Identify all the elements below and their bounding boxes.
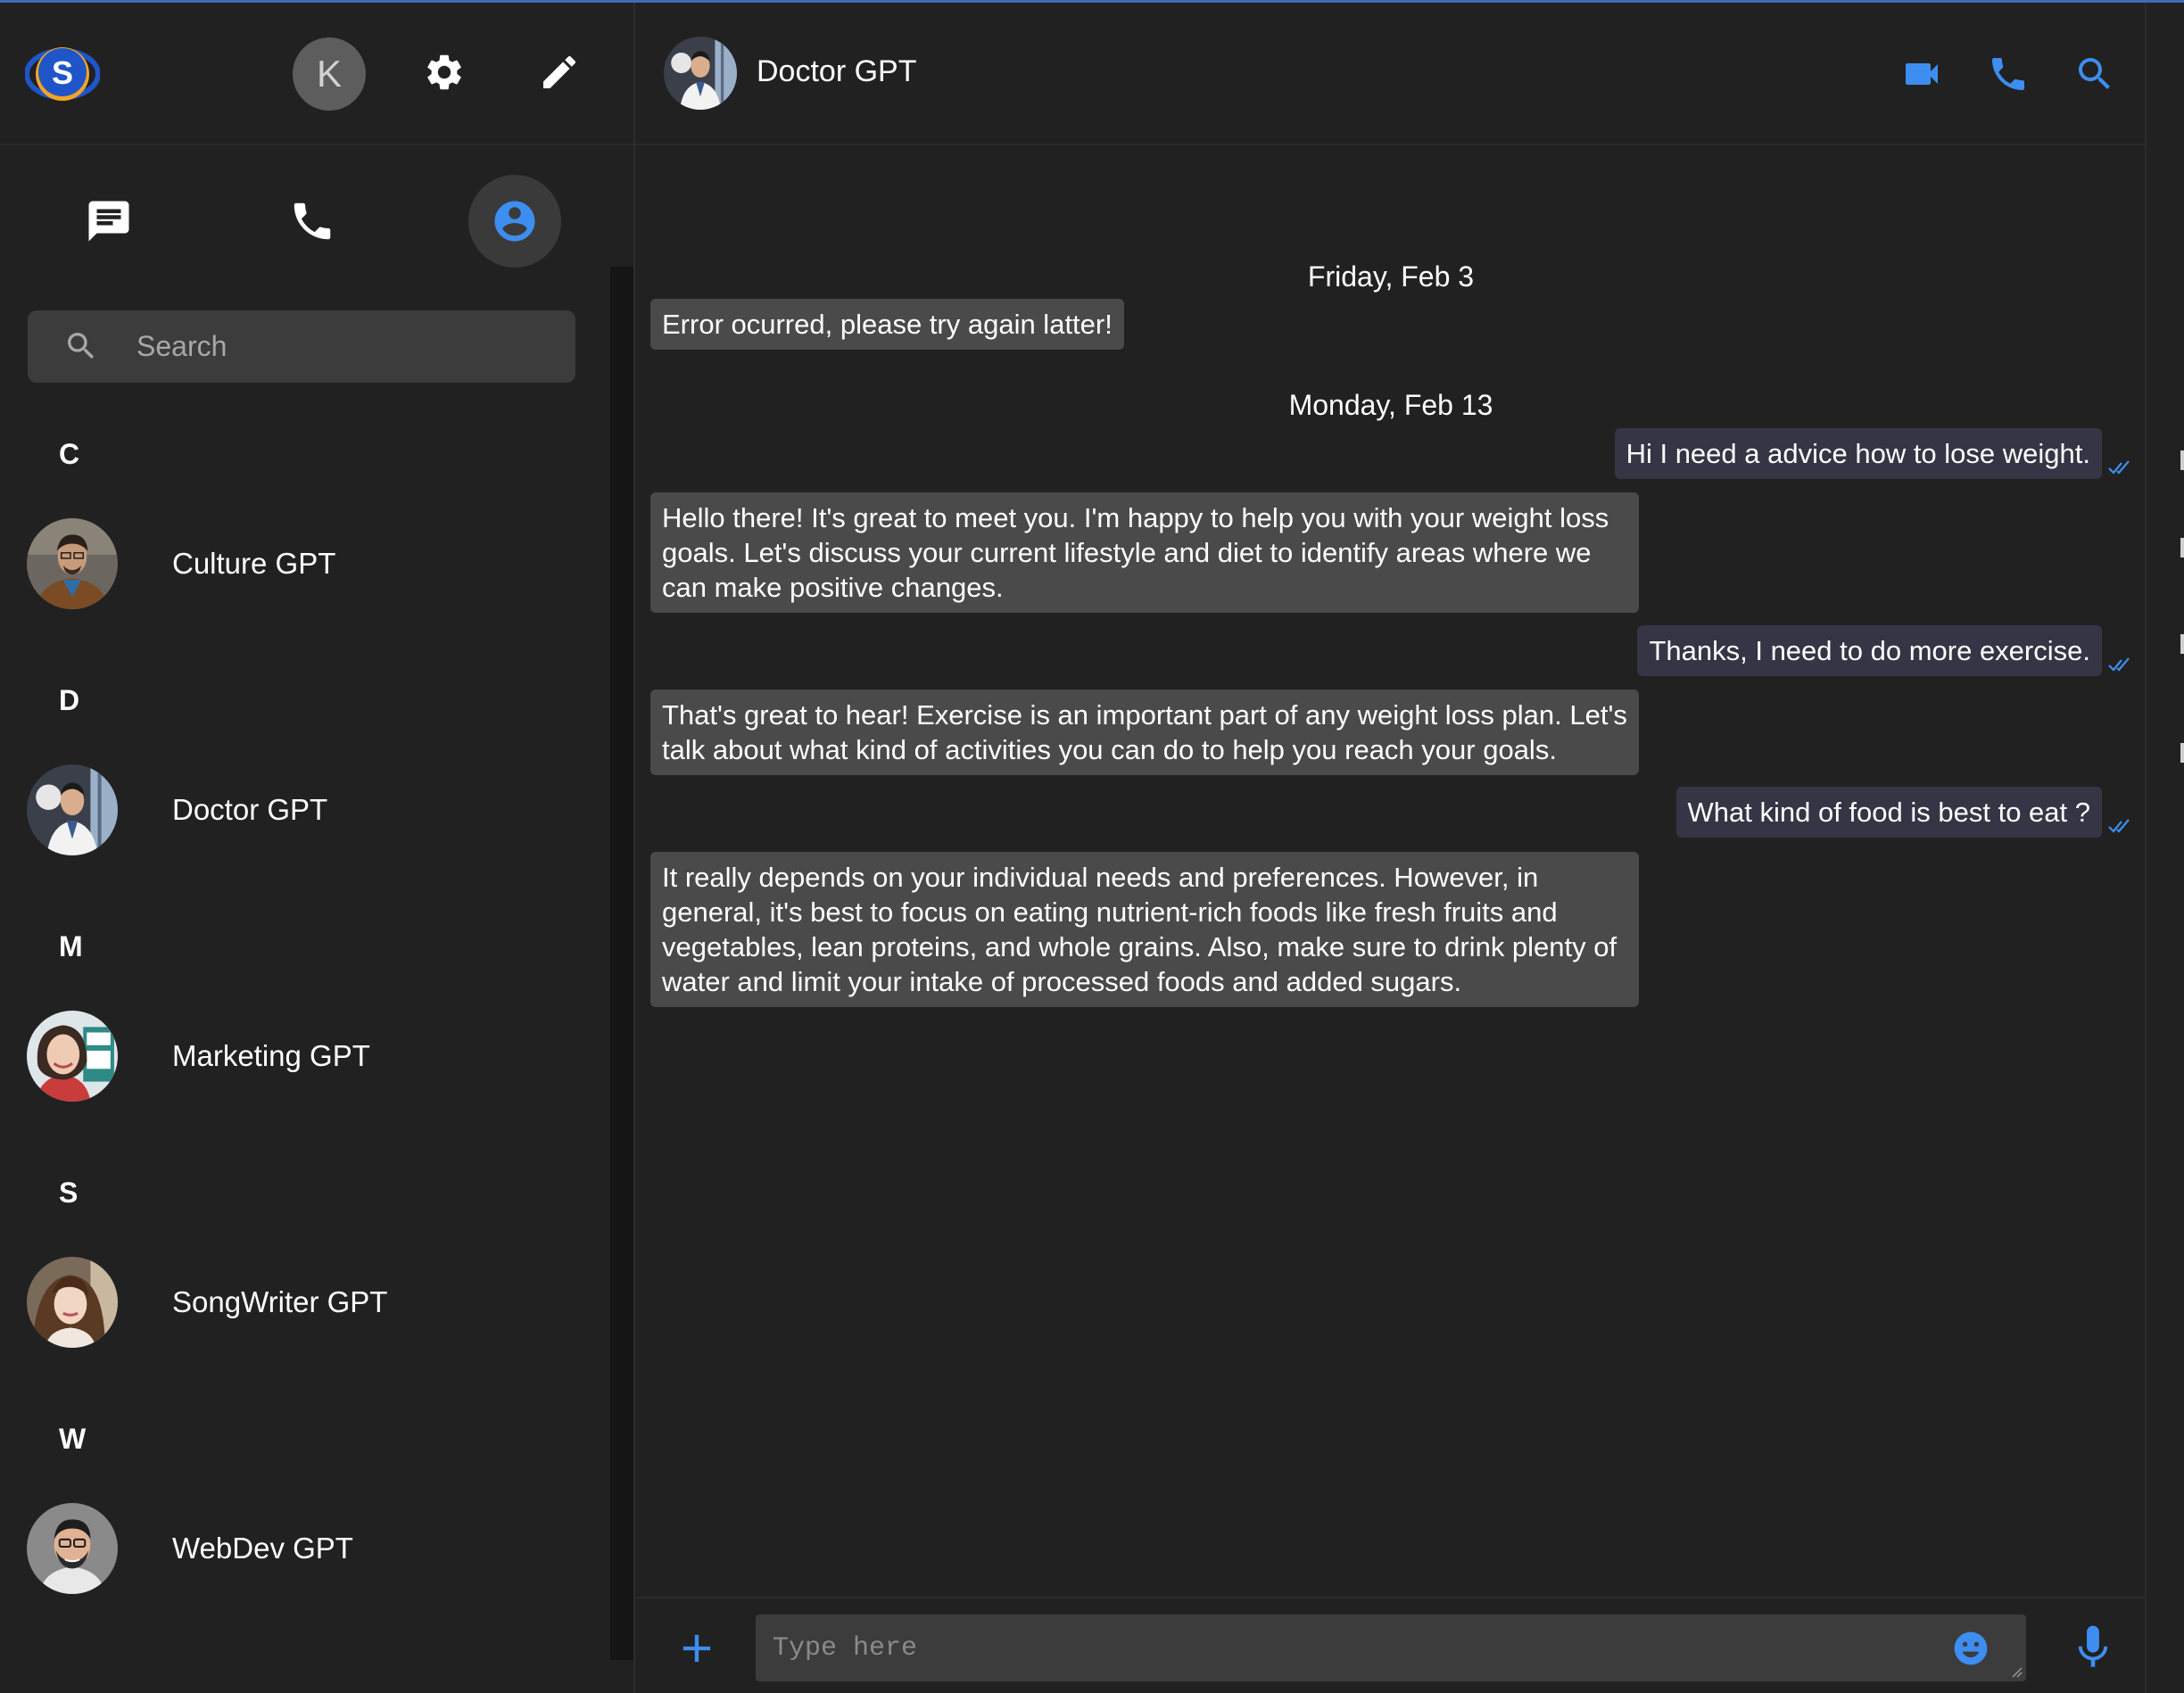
message-incoming: Hello there! It's great to meet you. I'm… [650,492,1639,613]
search-input[interactable] [136,310,556,383]
contact-name: Doctor GPT [172,793,328,826]
sidebar-tabs [0,148,633,291]
contact-name: Culture GPT [172,547,336,580]
search-icon [68,333,95,359]
logo-letter: S [52,54,73,91]
contact-name: WebDev GPT [172,1532,353,1565]
group-letter: W [59,1423,87,1455]
avatar [27,1257,118,1348]
double-check-icon [2108,657,2130,672]
emoji-icon[interactable] [1951,1629,1990,1668]
date-separator: Monday, Feb 13 [1288,389,1493,421]
contact-item-culture-gpt[interactable]: Culture GPT [27,518,598,609]
contact-item-doctor-gpt[interactable]: Doctor GPT [27,764,598,855]
contact-item-webdev-gpt[interactable]: WebDev GPT [27,1503,598,1594]
chat-bubble-icon [88,201,129,242]
contact-group: W WebDev GPT [0,1398,610,1644]
app-logo[interactable]: S [24,37,101,111]
right-panel-edge [2145,3,2184,1693]
avatar [27,1503,118,1594]
search-bar [28,310,575,383]
sidebar: S K Search C Culture GPT D Doctor GPT M … [0,3,633,1693]
search-icon[interactable] [2073,53,2116,95]
chat-panel: Doctor GPT Friday, Feb 3 Error ocurred, … [633,3,2147,1693]
tab-calls[interactable] [266,175,359,268]
pencil-icon[interactable] [538,51,581,94]
message-list: Friday, Feb 3 Error ocurred, please try … [635,147,2147,1597]
avatar [27,1011,118,1102]
date-separator: Friday, Feb 3 [1307,260,1475,293]
panel-edge-marker [2180,743,2184,763]
group-letter: C [59,438,80,470]
resize-handle-icon[interactable] [2010,1665,2023,1678]
message-composer [635,1597,2147,1693]
chat-avatar[interactable] [664,37,737,110]
sidebar-header: S K [0,3,633,145]
user-avatar[interactable]: K [293,37,366,111]
group-letter: D [59,684,80,716]
message-outgoing: Thanks, I need to do more exercise. [1637,625,2102,676]
chat-header: Doctor GPT [635,3,2147,145]
gear-icon[interactable] [423,51,466,94]
contact-name: Marketing GPT [172,1039,370,1072]
message-input-box [756,1615,2026,1681]
phone-icon [294,202,331,240]
group-letter: S [59,1177,79,1209]
message-incoming: That's great to hear! Exercise is an imp… [650,690,1639,775]
app-window: S K Search C Culture GPT D Doctor GPT M … [0,0,2184,1693]
tab-chats[interactable] [62,175,155,268]
contact-item-songwriter-gpt[interactable]: SongWriter GPT [27,1257,598,1348]
panel-edge-marker [2180,450,2184,470]
plus-icon[interactable] [674,1625,720,1672]
contact-group: D Doctor GPT [0,659,610,905]
panel-edge-marker [2180,538,2184,557]
contact-group: C Culture GPT [0,413,610,659]
contact-group: M Marketing GPT [0,905,610,1152]
tab-contacts[interactable] [468,175,561,268]
avatar [27,518,118,609]
chat-title: Doctor GPT [757,54,917,88]
video-camera-icon[interactable] [1900,53,1943,95]
microphone-icon[interactable] [2068,1622,2118,1675]
double-check-icon [2108,819,2130,833]
double-check-icon [2108,460,2130,475]
message-outgoing: What kind of food is best to eat ? [1675,787,2102,838]
message-incoming: Error ocurred, please try again latter! [650,299,1124,350]
group-letter: M [59,930,83,962]
contact-list: C Culture GPT D Doctor GPT M Marketing G… [0,413,610,1662]
contact-group: S SongWriter GPT [0,1152,610,1398]
contact-item-marketing-gpt[interactable]: Marketing GPT [27,1011,598,1102]
panel-edge-marker [2180,634,2184,654]
phone-icon[interactable] [1987,53,2030,95]
avatar [27,764,118,855]
account-circle-icon [494,201,535,242]
contact-name: SongWriter GPT [172,1285,388,1318]
sidebar-scrollbar[interactable] [610,267,633,1660]
message-input[interactable] [773,1615,1932,1681]
message-outgoing: Hi I need a advice how to lose weight. [1614,428,2102,479]
message-incoming: It really depends on your individual nee… [650,852,1639,1007]
